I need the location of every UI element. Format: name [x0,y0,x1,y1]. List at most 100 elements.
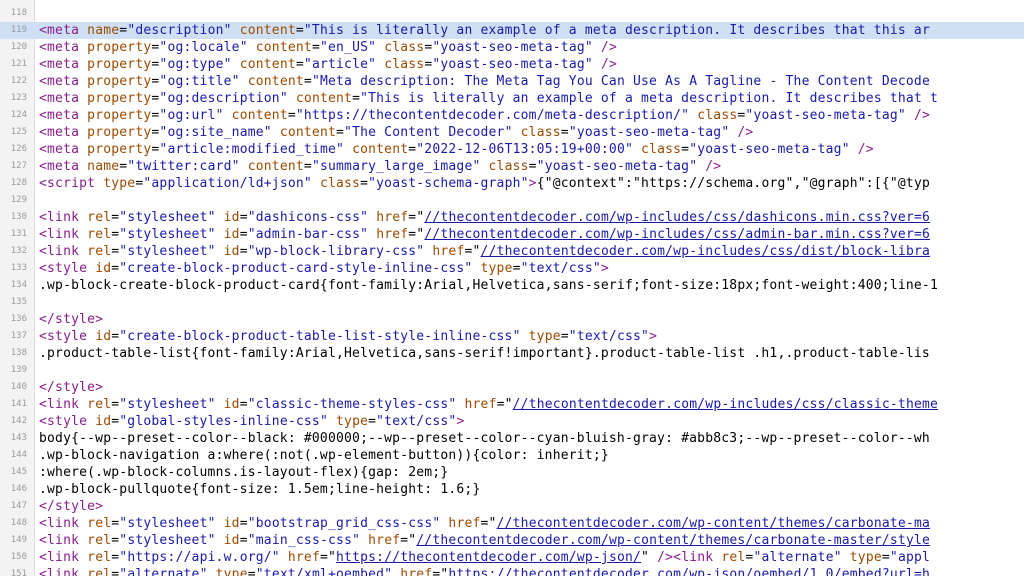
line-number: 126 [10,144,27,154]
code-token: {"@context":"https://schema.org","@graph… [536,176,931,191]
code-token: "create-block-product-table-list-style-i… [119,329,529,344]
line-code: <meta property="og:locale" content="en_U… [39,39,617,56]
code-token: "This is literally an example of a meta … [303,23,930,38]
source-link[interactable]: https://thecontentdecoder.com/wp-json/ [336,550,641,565]
line-code: .wp-block-create-block-product-card{font… [39,277,938,294]
line-number: 135 [10,297,27,307]
code-token: "yoast-seo-meta-tag" [536,159,706,174]
code-token: " [641,550,658,565]
code-token: property [87,40,152,55]
code-token: = [368,414,377,429]
source-link[interactable]: //thecontentdecoder.com/wp-includes/css/… [424,227,930,242]
code-token: class [520,125,561,140]
code-token: id [223,397,240,412]
code-token: "main_css-css" [247,533,369,548]
code-token: "global-styles-inline-css" [119,414,337,429]
source-line: 121 <meta property="og:type" content="art… [0,56,1024,73]
source-line: 125 <meta property = "og:site_name" content… [0,124,1024,141]
code-token: =" [432,567,449,576]
source-link[interactable]: https://thecontentdecoder.com/wp-json/oe… [448,567,930,576]
code-token: name [87,23,120,38]
code-token: type [528,329,561,344]
source-link[interactable]: //thecontentdecoder.com/wp-content/theme… [497,516,930,531]
code-token: "alternate" [119,567,216,576]
line-code: <meta property="og:title" content="Meta … [39,73,930,90]
code-token: </style> [39,499,104,514]
line-code: .wp-block-navigation a:where(:not(.wp-el… [39,447,609,464]
line-number: 141 [10,399,27,409]
source-link[interactable]: //thecontentdecoder.com/wp-includes/css/… [513,397,938,412]
code-token: "og:title" [159,74,248,89]
code-token: name [87,159,120,174]
code-token: .wp-block-navigation a:where(:not(.wp-el… [39,448,609,463]
line-number: 150 [10,552,27,562]
source-line: 140 </style> [0,379,1024,396]
line-code: <script type = "application/ld+json" class… [39,175,930,192]
source-line: 145 :where(.wp-block-columns.is-layout-fl… [0,464,1024,481]
code-token: "yoast-seo-meta-tag" [689,142,858,157]
line-number: 123 [10,93,27,103]
line-number: 136 [10,314,27,324]
source-line: 142 <style id = "global-styles-inline-css" … [0,413,1024,430]
line-code: </style> [39,311,103,328]
source-line: 138 .product-table-list{font-family:Arial… [0,345,1024,362]
code-token: rel [87,516,112,531]
code-token: rel [87,210,112,225]
code-lines: 118 119 <meta name="description" content="… [0,5,1024,576]
code-token: "yoast-schema-graph" [368,176,529,191]
line-code: :where(.wp-block-columns.is-layout-flex)… [39,464,448,481]
code-token: "application/ld+json" [143,176,320,191]
source-link[interactable]: //thecontentdecoder.com/wp-includes/css/… [481,244,931,259]
line-code: <style id = "global-styles-inline-css" typ… [39,413,464,430]
source-link[interactable]: //thecontentdecoder.com/wp-includes/css/… [424,210,930,225]
code-token: "yoast-seo-meta-tag" [432,57,601,72]
line-code: <style id = "create-block-product-card-sty… [39,260,609,277]
source-line: 126 <meta property = "article:modified_time… [0,141,1024,158]
code-token: "classic-theme-styles-css" [247,397,465,412]
source-line: 127 <meta name="twitter:card" content="su… [0,158,1024,175]
code-token: =" [408,227,425,242]
code-token: =" [464,244,481,259]
line-number: 128 [10,178,27,188]
code-token: rel [87,397,112,412]
code-token: <link [39,227,88,242]
line-code: <link rel="stylesheet" id="main_css-css"… [39,532,930,549]
source-line: 149 <link rel="stylesheet" id="main_css-c… [0,532,1024,549]
line-number: 146 [10,484,27,494]
code-token: = [247,567,256,576]
code-token: "alternate" [753,550,850,565]
code-token: id [95,261,112,276]
source-line: 137 <style id = "create-block-product-table… [0,328,1024,345]
line-code: <meta property="og:url" content="https:/… [39,107,930,124]
code-token: "create-block-product-card-style-inline-… [119,261,481,276]
line-number: 137 [10,331,27,341]
code-token: href [400,567,433,576]
line-number: 145 [10,467,27,477]
code-token: = [303,74,312,89]
code-token: property [87,125,152,140]
code-token: = [239,244,248,259]
code-token: = [239,210,248,225]
code-token: <link [39,244,88,259]
line-code: body{--wp--preset--color--black: #000000… [39,430,930,447]
code-token: <meta [39,57,88,72]
code-token: "The Content Decoder" [344,125,521,140]
source-viewer[interactable]: 118 119 <meta name="description" content="… [0,0,1024,576]
line-number: 119 [10,25,27,35]
code-token: "text/xml+oembed" [255,567,401,576]
code-token: "yoast-seo-meta-tag" [432,40,601,55]
code-token: /> [600,40,617,55]
source-line: 130 <link rel="stylesheet" id="dashicons-… [0,209,1024,226]
code-token: id [95,414,112,429]
code-token: = [512,261,521,276]
code-token: type [336,414,369,429]
code-token: class [384,40,425,55]
line-number: 138 [10,348,27,358]
source-line: 119 <meta name="description" content="Thi… [0,22,1024,39]
source-link[interactable]: //thecontentdecoder.com/wp-content/theme… [416,533,930,548]
code-token: "wp-block-library-css" [247,244,433,259]
code-token: = [560,125,569,140]
code-token: property [87,142,152,157]
code-token: <link [39,397,88,412]
code-token: "yoast-seo-meta-tag" [745,108,914,123]
